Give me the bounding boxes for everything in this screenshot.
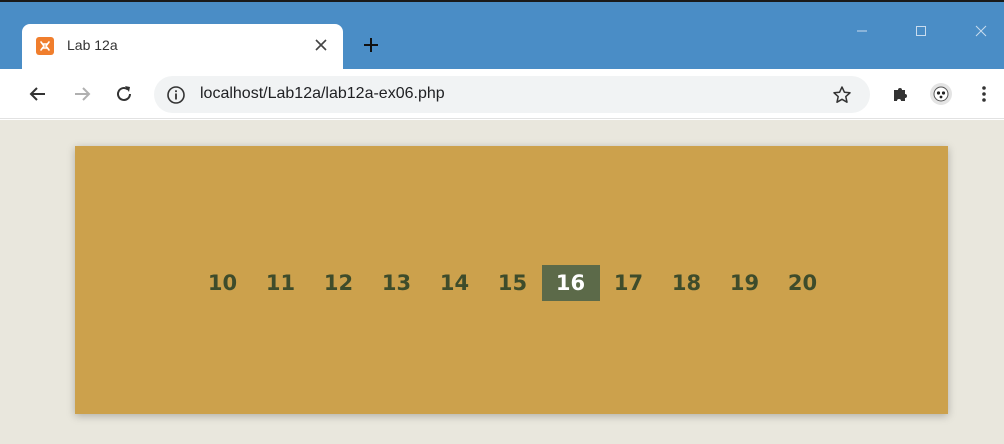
number-item[interactable]: 12 — [310, 265, 368, 301]
xampp-icon — [36, 37, 54, 55]
browser-tab[interactable]: Lab 12a — [22, 24, 343, 71]
browser-toolbar: localhost/Lab12a/lab12a-ex06.php — [0, 69, 1004, 119]
reload-icon[interactable] — [110, 80, 138, 108]
arrow-right-icon[interactable] — [68, 80, 96, 108]
avatar-icon[interactable] — [927, 80, 955, 108]
number-item[interactable]: 14 — [426, 265, 484, 301]
number-item[interactable]: 20 — [774, 265, 832, 301]
minimize-icon[interactable] — [847, 16, 877, 46]
number-item[interactable]: 13 — [368, 265, 426, 301]
page-viewport: 10 11 12 13 14 15 16 17 18 19 20 — [0, 120, 1004, 444]
number-item[interactable]: 19 — [716, 265, 774, 301]
number-item-active[interactable]: 16 — [541, 265, 600, 301]
number-item[interactable]: 17 — [600, 265, 658, 301]
tab-title: Lab 12a — [67, 37, 118, 53]
number-item[interactable]: 15 — [484, 265, 542, 301]
number-item[interactable]: 18 — [658, 265, 716, 301]
plus-icon[interactable] — [358, 32, 384, 58]
number-item[interactable]: 11 — [252, 265, 310, 301]
arrow-left-icon[interactable] — [24, 80, 52, 108]
number-item[interactable]: 10 — [194, 265, 252, 301]
star-icon[interactable] — [830, 83, 854, 107]
url-text: localhost/Lab12a/lab12a-ex06.php — [200, 85, 445, 102]
address-bar[interactable]: localhost/Lab12a/lab12a-ex06.php — [154, 76, 870, 113]
kebab-menu-icon[interactable] — [970, 80, 998, 108]
close-icon[interactable] — [966, 16, 996, 46]
info-icon[interactable] — [166, 85, 186, 105]
close-icon[interactable] — [310, 34, 332, 56]
number-list: 10 11 12 13 14 15 16 17 18 19 20 — [75, 146, 948, 414]
puzzle-icon[interactable] — [886, 80, 914, 108]
maximize-icon[interactable] — [906, 16, 936, 46]
number-panel: 10 11 12 13 14 15 16 17 18 19 20 — [75, 146, 948, 414]
title-bar: Lab 12a — [0, 2, 1004, 71]
